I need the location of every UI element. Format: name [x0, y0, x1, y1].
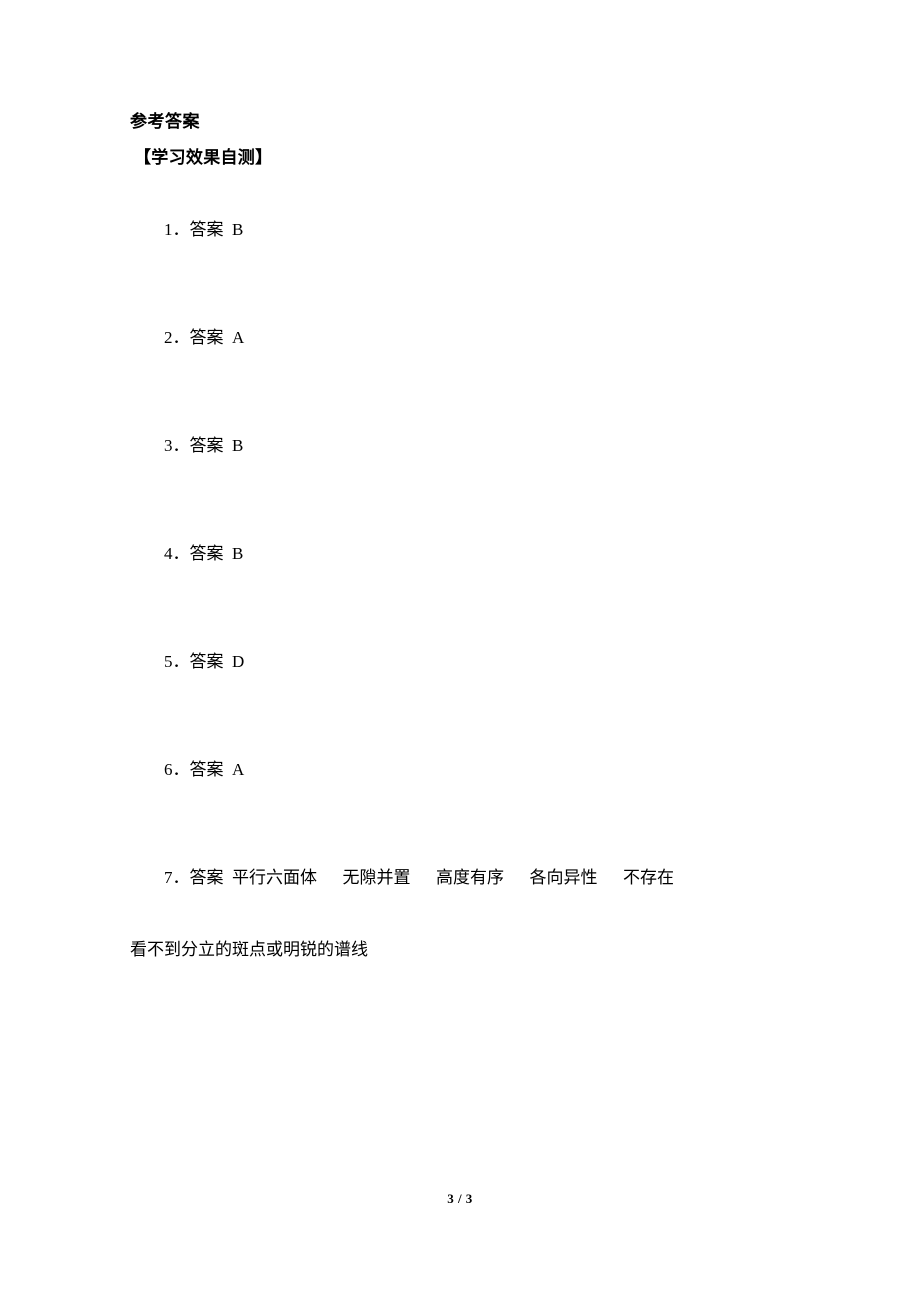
- answer-gap: [224, 544, 233, 563]
- answer-label: 答案: [189, 760, 224, 779]
- answer-value: D: [232, 652, 245, 671]
- answer-gap: [224, 328, 233, 347]
- answer-value: B: [232, 436, 244, 455]
- section-heading: 【学习效果自测】: [134, 148, 273, 167]
- answer-item-5: 5．答案 D: [130, 608, 790, 716]
- answer-gap: [224, 868, 233, 887]
- page-title: 参考答案: [130, 112, 200, 131]
- document-page: 参考答案 【学习效果自测】 1．答案 B 2．答案 A 3．答案 B 4．答案 …: [0, 0, 920, 1302]
- answer-number: 6．: [164, 760, 190, 779]
- answer-gap: [224, 652, 233, 671]
- answer-label: 答案: [189, 544, 224, 563]
- answer-value: A: [232, 760, 245, 779]
- answer-label: 答案: [189, 220, 224, 239]
- answer-number: 1．: [164, 220, 190, 239]
- answer-label: 答案: [189, 652, 224, 671]
- answer-number: 2．: [164, 328, 190, 347]
- answer-value: B: [232, 220, 244, 239]
- answer-item-3: 3．答案 B: [130, 392, 790, 500]
- answer-gap: [224, 436, 233, 455]
- answer-gap: [224, 220, 233, 239]
- answer-number: 3．: [164, 436, 190, 455]
- answer-item-7-continuation: 看不到分立的斑点或明锐的谱线: [130, 940, 368, 959]
- document-body: 参考答案 【学习效果自测】 1．答案 B 2．答案 A 3．答案 B 4．答案 …: [130, 104, 790, 968]
- answer-number: 4．: [164, 544, 190, 563]
- answer-item-6: 6．答案 A: [130, 716, 790, 824]
- answer-label: 答案: [189, 868, 224, 887]
- answer-item-2: 2．答案 A: [130, 284, 790, 392]
- answer-number: 7．: [164, 868, 190, 887]
- answer-label: 答案: [189, 436, 224, 455]
- answer-item-4: 4．答案 B: [130, 500, 790, 608]
- answer-value: A: [232, 328, 245, 347]
- answer-list: 1．答案 B 2．答案 A 3．答案 B 4．答案 B 5．答案 D 6．答案 …: [130, 176, 790, 968]
- answer-number: 5．: [164, 652, 190, 671]
- answer-item-1: 1．答案 B: [130, 176, 790, 284]
- answer-item-7: 7．答案 平行六面体 无隙并置 高度有序 各向异性 不存在: [130, 824, 790, 932]
- answer-gap: [224, 760, 233, 779]
- page-number-footer: 3 / 3: [447, 1191, 473, 1206]
- answer-value: B: [232, 544, 244, 563]
- answer-value: 平行六面体 无隙并置 高度有序 各向异性 不存在: [232, 868, 674, 887]
- answer-label: 答案: [189, 328, 224, 347]
